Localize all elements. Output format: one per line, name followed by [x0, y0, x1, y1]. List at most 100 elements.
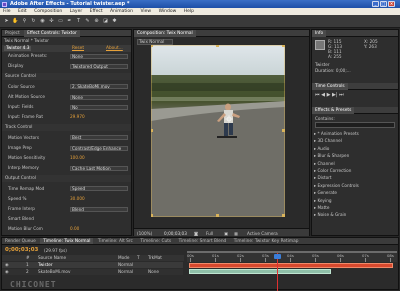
menu-effect[interactable]: Effect [90, 9, 103, 14]
menu-layer[interactable]: Layer [70, 9, 83, 14]
menu-help[interactable]: Help [184, 9, 194, 14]
first-frame-icon[interactable]: ⏮ [315, 92, 320, 98]
eye-icon[interactable]: ◉ [5, 262, 9, 268]
layer-2-duration-bar[interactable] [189, 269, 331, 274]
selection-tool-icon[interactable]: ➤ [3, 18, 10, 25]
zoom-level[interactable]: (100%) [137, 231, 152, 236]
menu-view[interactable]: View [140, 9, 151, 14]
param-dropdown[interactable]: Speed [70, 186, 128, 192]
effects-category-item[interactable]: ▸ Noise & Grain [314, 211, 398, 218]
effect-param-row[interactable]: Output Control [2, 175, 131, 182]
col-mode[interactable]: Mode [118, 255, 129, 261]
tab-timeline-cuts[interactable]: Timeline: Cuts [137, 238, 174, 244]
col-source-name[interactable]: Source Name [38, 255, 66, 261]
param-dropdown[interactable]: None [70, 94, 128, 100]
clone-stamp-tool-icon[interactable]: ⊕ [93, 18, 100, 25]
effect-param-row[interactable]: Interp Memory Cache Last Motion [2, 165, 131, 172]
prev-frame-icon[interactable]: ◀ [321, 92, 325, 98]
layer-trkmat-dropdown[interactable]: None [148, 269, 159, 275]
layer-source-name[interactable]: Twister [38, 262, 53, 268]
effect-param-row[interactable]: Input: Fields No [2, 104, 131, 111]
tab-effects-presets[interactable]: Effects & Presets [312, 107, 355, 114]
effect-param-row[interactable]: Motion Vectors Best [2, 135, 131, 142]
param-dropdown[interactable]: Cache Last Motion [70, 165, 128, 171]
transparency-grid-icon[interactable]: ▦ [234, 231, 238, 236]
menu-edit[interactable]: Edit [18, 9, 27, 14]
tab-time-controls[interactable]: Time Controls [312, 83, 348, 90]
tab-timeline-smart-blend[interactable]: Timeline: Smart Blend [176, 238, 230, 244]
layer-mode-dropdown[interactable]: Normal [118, 262, 133, 268]
param-dropdown[interactable]: Blend [70, 206, 128, 212]
eraser-tool-icon[interactable]: ◪ [102, 18, 109, 25]
effect-name[interactable]: Twixtor 4.3 [4, 46, 32, 51]
timeline-layer-row[interactable]: ◉ 1 Twister Normal [2, 262, 183, 268]
col-trkmat[interactable]: TrkMat [148, 255, 162, 261]
effect-param-row[interactable]: Input: Frame Rat 29.970 [2, 114, 131, 121]
effects-category-item[interactable]: ▸ Audio [314, 145, 398, 152]
param-value[interactable]: 0.00 [70, 226, 79, 233]
effect-param-row[interactable]: Motion Sensitivity 100.00 [2, 155, 131, 162]
rotate-tool-icon[interactable]: ↻ [30, 18, 37, 25]
effects-category-item[interactable]: ▸ Generate [314, 189, 398, 196]
effect-param-row[interactable]: Speed % 30.000 [2, 196, 131, 203]
zoom-tool-icon[interactable]: ⚲ [21, 18, 28, 25]
resolution-dropdown[interactable]: Full [206, 231, 213, 236]
effects-category-item[interactable]: ▸ Expression Controls [314, 182, 398, 189]
tab-timeline-twix-normal[interactable]: Timeline: Twix Normal [40, 238, 94, 244]
eye-icon[interactable]: ◉ [5, 269, 9, 275]
tab-composition[interactable]: Composition: Twix Normal [134, 30, 196, 37]
menu-animation[interactable]: Animation [110, 9, 133, 14]
pen-tool-icon[interactable]: ✒ [66, 18, 73, 25]
text-tool-icon[interactable]: T [75, 18, 82, 25]
effects-category-item[interactable]: ▸ * Animation Presets [314, 130, 398, 137]
work-area-bar[interactable] [187, 251, 397, 253]
param-dropdown[interactable]: Twixtored Output [70, 63, 128, 69]
tab-project[interactable]: Project [2, 30, 23, 37]
effects-category-item[interactable]: ▸ 3D Channel [314, 137, 398, 144]
viewer-timecode[interactable]: 0;00;03;03 [164, 231, 187, 236]
layer-1-duration-bar[interactable] [189, 263, 393, 268]
timeline-layer-row[interactable]: ◉ 2 SkateBoMi.mov Normal None [2, 269, 183, 275]
effects-search-input[interactable] [315, 122, 395, 128]
param-value[interactable]: 30.000 [70, 196, 85, 203]
layer-source-name[interactable]: SkateBoMi.mov [38, 269, 70, 275]
tab-effect-controls[interactable]: Effect Controls: Twixtor [24, 30, 80, 37]
mask-tool-icon[interactable]: ▭ [57, 18, 64, 25]
effect-param-row[interactable]: Frame Interp Blend [2, 206, 131, 213]
camera-tool-icon[interactable]: ◉ [39, 18, 46, 25]
effect-param-row[interactable]: Animation Presets: None [2, 53, 131, 60]
menu-file[interactable]: File [3, 9, 11, 14]
reset-link[interactable]: Reset [72, 46, 84, 51]
effect-param-row[interactable]: Source Control [2, 73, 131, 80]
layer-mode-dropdown[interactable]: Normal [118, 269, 133, 275]
timeline-timecode[interactable]: 0;00;03;03 [5, 247, 38, 253]
tab-timeline-key-retimap[interactable]: Timeline: Twixtor Key Retimap [231, 238, 302, 244]
camera-view-dropdown[interactable]: Active Camera [247, 231, 278, 236]
param-dropdown[interactable]: Best [70, 135, 128, 141]
minimize-button[interactable]: _ [372, 1, 379, 7]
effect-param-row[interactable]: Color Source 2. SkateBoMi.mov [2, 84, 131, 91]
close-button[interactable]: × [388, 1, 395, 7]
param-value[interactable]: 29.970 [70, 114, 85, 121]
last-frame-icon[interactable]: ⏭ [339, 92, 344, 98]
about-link[interactable]: About... [106, 46, 123, 51]
param-dropdown[interactable]: None [70, 53, 128, 59]
effects-category-item[interactable]: ▸ Distort [314, 174, 398, 181]
effect-param-row[interactable]: Time Remap Mod Speed [2, 186, 131, 193]
tab-info[interactable]: Info [312, 30, 327, 37]
current-time-handle[interactable] [274, 254, 281, 259]
puppet-tool-icon[interactable]: ✱ [111, 18, 118, 25]
effect-param-row[interactable]: Display Twixtored Output [2, 63, 131, 70]
effect-param-row[interactable]: Image Prep Contrast/Edge Enhance [2, 145, 131, 152]
pan-behind-tool-icon[interactable]: ✣ [48, 18, 55, 25]
effects-category-item[interactable]: ▸ Color Correction [314, 167, 398, 174]
hand-tool-icon[interactable]: ✋ [12, 18, 19, 25]
effect-param-row[interactable]: Motion Blur Com 0.00 [2, 226, 131, 233]
effect-param-row[interactable]: Alt Motion Source None [2, 94, 131, 101]
composition-frame[interactable] [151, 45, 285, 217]
tab-render-queue[interactable]: Render Queue [2, 238, 39, 244]
param-dropdown[interactable]: 2. SkateBoMi.mov [70, 84, 128, 90]
effect-param-row[interactable]: Track Control [2, 124, 131, 131]
param-dropdown[interactable]: Contrast/Edge Enhance [70, 145, 128, 151]
camera-icon[interactable]: ◙ [194, 231, 198, 236]
